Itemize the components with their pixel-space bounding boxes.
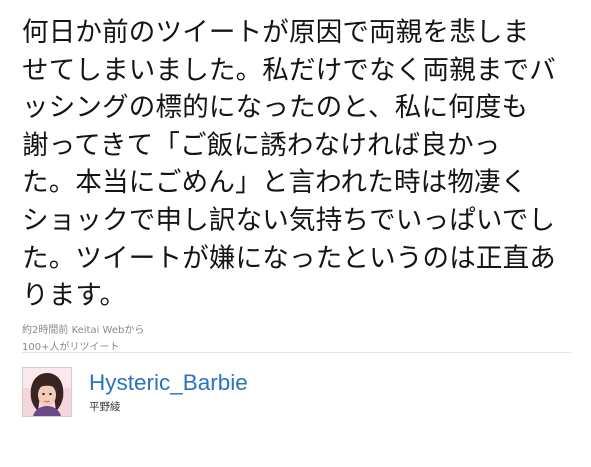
user-avatar-icon[interactable] [22,367,72,417]
tweet-retweet-row: 100+人がリツイート [22,339,572,356]
tweet-timestamp-row: 約2時間前 Keitai Webから [22,322,572,339]
tweet: 何日か前のツイートが原因で両親を悲しま せてしまいました。私だけでなく両親までバ… [22,14,572,356]
tweet-text-line: せてしまいました。私だけでなく両親までバ [22,54,556,86]
divider [22,352,571,353]
tweet-text-line: た。ツイートが嫌になったというのは正直あ [22,242,556,274]
tweet-text-line: 何日か前のツイートが原因で両親を悲しま [22,17,530,48]
tweet-text-line: ッシングの標的になったのと、私に何度も [22,92,529,124]
tweet-meta: 約2時間前 Keitai Webから 100+人がリツイート [22,322,572,356]
tweet-text-line: た。本当にごめん」と言われた時は物凄く [22,167,528,199]
tweet-timestamp-link[interactable]: 約2時間前 [22,325,68,336]
tweet-source-link[interactable]: Keitai Web [72,325,125,336]
tweet-source-suffix: から [124,324,145,336]
avatar-image [23,368,71,416]
tweet-text: 何日か前のツイートが原因で両親を悲しま せてしまいました。私だけでなく両親までバ… [22,14,572,315]
author-real-name: 平野綾 [89,401,121,413]
author-screen-name-link[interactable]: Hysteric_Barbie [89,370,248,396]
tweet-text-line: 謝ってきて「ご飯に誘わなければ良かっ [22,129,501,161]
tweet-page: { "tweet": { "lines": [ "何日か前のツイートが原因で両親… [0,0,591,467]
tweet-text-line: ります。 [22,280,127,312]
tweet-text-line: ショックで申し訳ない気持ちでいっぱいでし [22,204,556,236]
